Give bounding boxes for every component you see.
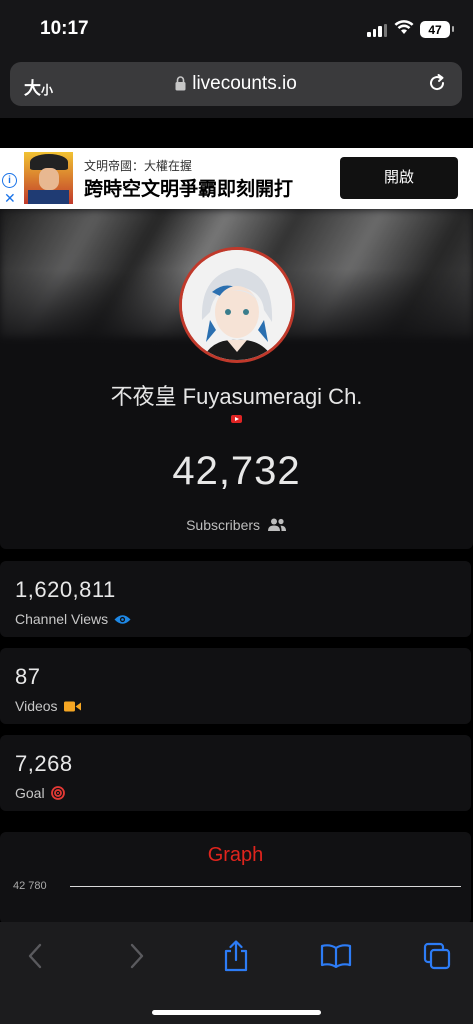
videos-label: Videos [15, 698, 58, 714]
bookmarks-icon[interactable] [320, 944, 352, 968]
url-display[interactable]: livecounts.io [10, 73, 462, 95]
users-icon [267, 518, 286, 531]
cellular-signal-icon [367, 24, 387, 37]
share-icon[interactable] [223, 940, 249, 972]
channel-card: 不夜皇 Fuyasumeragi Ch. 42,732 Subscribers [0, 209, 473, 549]
graph-gridline [70, 886, 461, 887]
status-bar: 10:17 47 [0, 0, 473, 58]
goal-label: Goal [15, 785, 45, 801]
videos-card: 87 Videos [0, 648, 471, 724]
goal-value: 7,268 [15, 751, 73, 776]
ad-info-icon[interactable]: i [2, 173, 17, 188]
battery-indicator: 47 [420, 21, 454, 38]
goal-label-row: Goal [15, 785, 65, 801]
youtube-icon[interactable] [231, 415, 242, 423]
eye-icon [114, 614, 131, 624]
browser-header: 大小 livecounts.io [0, 58, 473, 118]
graph-title: Graph [207, 844, 264, 866]
url-text: livecounts.io [192, 73, 297, 94]
status-time: 10:17 [40, 18, 89, 39]
target-icon [50, 786, 65, 800]
ad-title: 跨時空文明爭霸即刻開打 [84, 179, 294, 200]
address-bar[interactable]: 大小 livecounts.io [10, 62, 462, 106]
forward-icon[interactable] [128, 942, 146, 970]
ad-open-button[interactable]: 開啟 [340, 157, 458, 199]
subscriber-count: 42,732 [172, 449, 301, 493]
back-icon[interactable] [26, 942, 44, 970]
ad-banner[interactable]: i ✕ 文明帝國：大權在握 跨時空文明爭霸即刻開打 開啟 [0, 148, 473, 209]
reload-icon[interactable] [426, 72, 448, 94]
graph-card: Graph 42 780 [0, 832, 471, 924]
browser-toolbar [0, 922, 473, 1024]
graph-y-tick: 42 780 [13, 880, 47, 892]
home-indicator [152, 1010, 321, 1015]
channel-name: 不夜皇 Fuyasumeragi Ch. [110, 384, 363, 409]
channel-views-value: 1,620,811 [15, 577, 116, 602]
lock-icon [175, 76, 186, 91]
videos-value: 87 [15, 664, 41, 689]
tabs-icon[interactable] [423, 942, 451, 970]
subscribers-label: Subscribers [186, 517, 261, 533]
video-camera-icon [63, 701, 81, 711]
ad-close-icon[interactable]: ✕ [4, 190, 16, 207]
videos-label-row: Videos [15, 698, 81, 714]
wifi-icon [394, 20, 414, 34]
channel-avatar [179, 247, 295, 363]
goal-card: 7,268 Goal [0, 735, 471, 811]
channel-views-card: 1,620,811 Channel Views [0, 561, 471, 637]
ad-image[interactable] [24, 152, 73, 204]
ad-subtitle: 文明帝國：大權在握 [84, 159, 193, 173]
channel-views-label-row: Channel Views [15, 611, 131, 627]
subscribers-label-row: Subscribers [0, 517, 473, 533]
channel-views-label: Channel Views [15, 611, 109, 627]
